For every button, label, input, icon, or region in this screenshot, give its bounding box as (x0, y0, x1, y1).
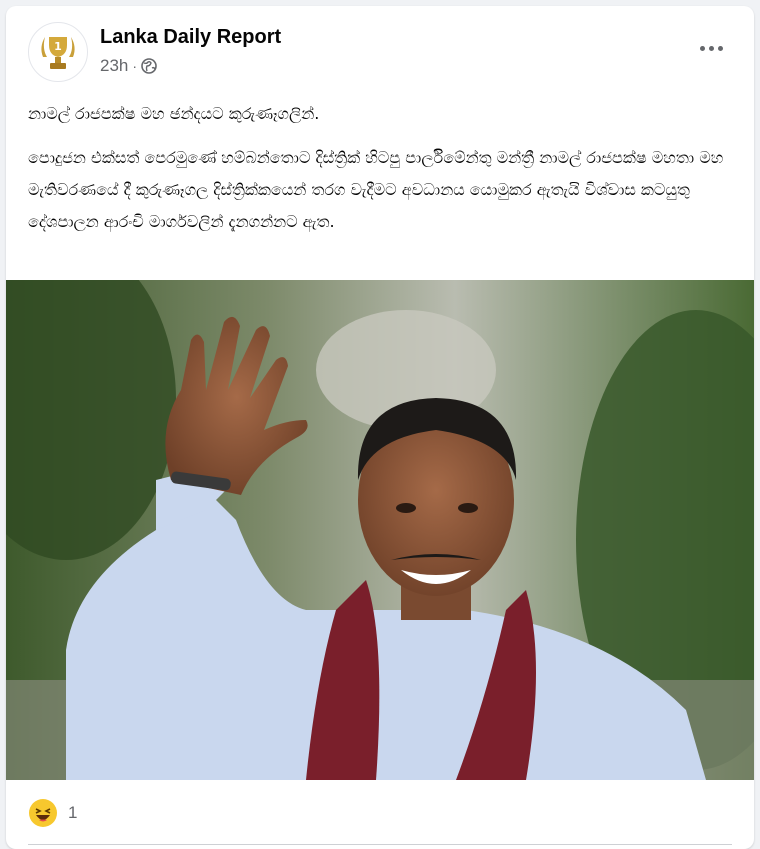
post-header: 1 Lanka Daily Report 23h · (6, 6, 754, 86)
more-options-button[interactable] (696, 38, 726, 58)
more-dot-icon (699, 45, 705, 51)
page-name-link[interactable]: Lanka Daily Report (100, 26, 281, 49)
more-dot-icon (717, 45, 723, 51)
reaction-summary[interactable]: 1 (28, 798, 77, 828)
haha-reaction-icon (29, 799, 57, 827)
post-time[interactable]: 23h (100, 56, 128, 76)
svg-text:1: 1 (54, 40, 62, 53)
divider (28, 844, 732, 845)
meta-separator: · (132, 58, 138, 74)
photo-image (6, 280, 754, 780)
post-body: පොදුජන එක්සත් පෙරමුණේ හම්බන්තොට දිස්ත්‍ර… (28, 148, 724, 231)
more-dot-icon (708, 45, 714, 51)
post-meta: 23h · (100, 56, 157, 76)
post-photo[interactable] (6, 280, 754, 780)
post-headline: නාමල් රාජපක්ෂ මහ ඡන්දයට කුරුණෑගලින්. (28, 104, 320, 123)
post-card: 1 Lanka Daily Report 23h · නාමල් රාජපක්ෂ… (6, 6, 754, 849)
globe-icon[interactable] (141, 58, 157, 74)
reaction-count: 1 (68, 803, 78, 822)
trophy-logo-icon: 1 (30, 24, 86, 80)
page-avatar[interactable]: 1 (28, 22, 88, 82)
